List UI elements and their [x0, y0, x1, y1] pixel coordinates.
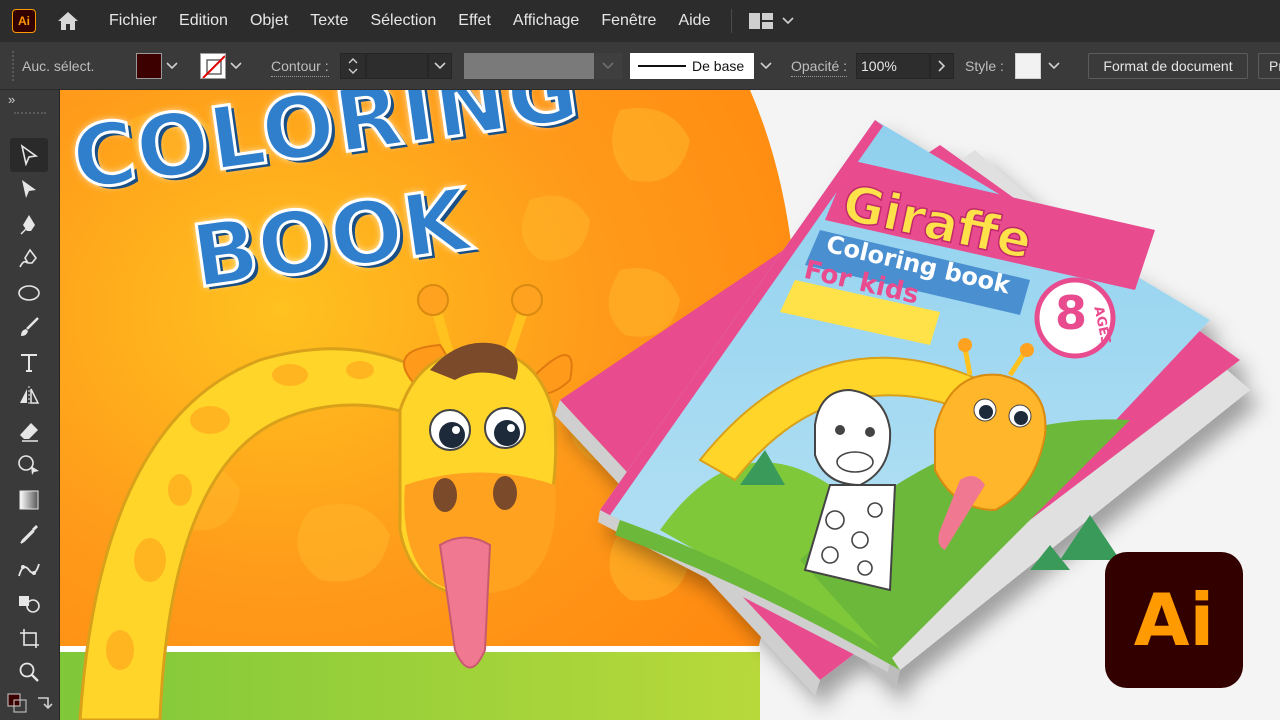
- chevron-down-icon[interactable]: [428, 53, 452, 79]
- fill-control[interactable]: [136, 42, 182, 90]
- fill-stroke-swap-icon[interactable]: [6, 692, 54, 720]
- fill-swatch[interactable]: [136, 53, 162, 79]
- artboard-tool-icon[interactable]: [10, 621, 48, 655]
- ellipse-tool-icon[interactable]: [10, 276, 48, 310]
- menu-divider: [731, 9, 733, 33]
- panel-gripper: [14, 112, 46, 114]
- chevron-down-icon[interactable]: [162, 53, 182, 79]
- profile-preview[interactable]: [464, 53, 594, 79]
- menu-bar: Ai Fichier Edition Objet Texte Sélection…: [0, 0, 1280, 42]
- variable-width-profile[interactable]: [464, 42, 622, 90]
- stroke-weight-input[interactable]: [366, 53, 428, 79]
- chevron-down-icon[interactable]: [594, 53, 622, 79]
- menu-fenetre[interactable]: Fenêtre: [590, 0, 667, 42]
- eraser-tool-icon[interactable]: [10, 414, 48, 448]
- zoom-tool-icon[interactable]: [10, 655, 48, 689]
- document-setup-button[interactable]: Format de document: [1088, 53, 1248, 79]
- type-tool-icon[interactable]: [10, 345, 48, 379]
- style-control[interactable]: [1015, 42, 1067, 90]
- style-swatch[interactable]: [1015, 53, 1041, 79]
- collapse-panel-icon[interactable]: »: [8, 92, 15, 107]
- menu-effet[interactable]: Effet: [447, 0, 502, 42]
- main-menu: Fichier Edition Objet Texte Sélection Ef…: [98, 0, 721, 42]
- workspace-layout-icon: [749, 13, 774, 29]
- live-paint-tool-icon[interactable]: [10, 586, 48, 620]
- stroke-control[interactable]: [200, 42, 246, 90]
- preferences-control[interactable]: Pr: [1258, 42, 1280, 90]
- stroke-profile-label: De base: [692, 58, 745, 74]
- chevron-down-icon[interactable]: [226, 53, 246, 79]
- reflect-tool-icon[interactable]: [10, 379, 48, 413]
- menu-objet[interactable]: Objet: [239, 0, 299, 42]
- chevron-right-icon[interactable]: [930, 53, 954, 79]
- selection-status: Auc. sélect.: [22, 58, 95, 74]
- opacity-label[interactable]: Opacité :: [791, 55, 848, 77]
- menu-edition[interactable]: Edition: [168, 0, 239, 42]
- stepper-arrows-icon[interactable]: [340, 53, 366, 79]
- brush-preview[interactable]: De base: [630, 53, 754, 79]
- menu-texte[interactable]: Texte: [299, 0, 359, 42]
- stroke-swatch-none-icon[interactable]: [200, 53, 226, 79]
- opacity-control[interactable]: 100%: [856, 42, 954, 90]
- tools-panel: »: [0, 90, 60, 720]
- contour-label[interactable]: Contour :: [271, 55, 329, 77]
- selection-tool-icon[interactable]: [10, 138, 48, 172]
- gradient-tool-icon[interactable]: [10, 483, 48, 517]
- style-label: Style :: [965, 58, 1004, 74]
- paintbrush-tool-icon[interactable]: [10, 310, 48, 344]
- workspace-switcher[interactable]: [748, 12, 795, 30]
- direct-selection-tool-icon[interactable]: [10, 172, 48, 206]
- eyedropper-tool-icon[interactable]: [10, 517, 48, 551]
- shape-builder-tool-icon[interactable]: [10, 448, 48, 482]
- illustrator-logo-icon: Ai: [1105, 552, 1243, 688]
- stroke-weight-stepper[interactable]: [340, 42, 452, 90]
- home-icon[interactable]: [54, 7, 82, 35]
- gripper: [12, 42, 16, 90]
- brush-definition[interactable]: De base: [630, 42, 778, 90]
- app-logo-icon: Ai: [12, 9, 36, 33]
- opacity-input[interactable]: 100%: [856, 53, 930, 79]
- artboard-canvas[interactable]: COLORING BOOK Giraffe Coloring book For …: [60, 90, 1280, 720]
- puppet-warp-tool-icon[interactable]: [10, 552, 48, 586]
- pen-tool-icon[interactable]: [10, 207, 48, 241]
- menu-aide[interactable]: Aide: [667, 0, 721, 42]
- menu-selection[interactable]: Sélection: [359, 0, 447, 42]
- control-bar: Auc. sélect. Contour : De base Opacité :…: [0, 42, 1280, 90]
- chevron-down-icon: [782, 17, 795, 25]
- stroke-line-icon: [638, 65, 686, 67]
- menu-affichage[interactable]: Affichage: [502, 0, 590, 42]
- menu-fichier[interactable]: Fichier: [98, 0, 168, 42]
- document-setup-control[interactable]: Format de document: [1088, 42, 1248, 90]
- chevron-down-icon[interactable]: [1041, 53, 1067, 79]
- cover-age-number: 8: [1055, 286, 1088, 340]
- chevron-down-icon[interactable]: [754, 53, 778, 79]
- preferences-button[interactable]: Pr: [1258, 53, 1280, 79]
- curvature-tool-icon[interactable]: [10, 241, 48, 275]
